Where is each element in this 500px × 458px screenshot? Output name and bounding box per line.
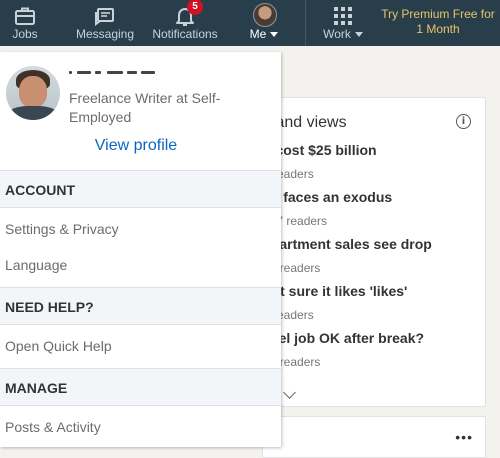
nav-me[interactable]: Me [244,0,284,46]
info-icon[interactable]: i [456,114,471,129]
me-dropdown: Freelance Writer at Self-Employed View p… [0,52,281,447]
profile-avatar[interactable] [6,66,60,120]
profile-name-redacted [69,68,159,78]
nav-divider [305,0,306,46]
news-readers: 9 readers [263,308,314,322]
profile-headline: Freelance Writer at Self-Employed [69,90,221,125]
nav-work[interactable]: Work [318,0,368,46]
news-item[interactable]: not sure it likes 'likes' 9 readers [263,283,407,322]
section-header-manage: MANAGE [0,368,281,406]
news-headline: ity faces an exodus [263,189,393,205]
menu-item-settings-privacy[interactable]: Settings & Privacy [5,221,119,237]
nav-label: Messaging [75,27,135,41]
nav-notifications[interactable]: 5 Notifications [146,0,224,46]
avatar [253,3,277,27]
section-title: NEED HELP? [5,299,94,315]
grid-icon [334,7,352,25]
menu-item-posts-activity[interactable]: Posts & Activity [5,419,101,435]
notification-badge: 5 [187,0,203,15]
view-profile-link[interactable]: View profile [0,137,272,155]
nav-label: Notifications [152,27,218,41]
section-header-account: ACCOUNT [0,170,281,208]
top-nav: Jobs Messaging 5 Notifications Me Work T… [0,0,500,46]
news-item[interactable]: apartment sales see drop 92 readers [263,236,432,275]
caret-down-icon [354,32,363,38]
secondary-card: ••• [262,416,486,458]
news-headline: evel job OK after break? [263,330,425,346]
more-options-icon[interactable]: ••• [455,429,473,445]
menu-item-quick-help[interactable]: Open Quick Help [5,338,112,354]
nav-label: Jobs [12,27,38,41]
news-readers: 60 readers [263,355,321,369]
briefcase-icon [15,7,35,25]
messaging-icon [95,8,114,26]
nav-label: Me [249,27,267,41]
section-title: ACCOUNT [5,182,75,198]
news-item[interactable]: evel job OK after break? 60 readers [263,330,424,369]
news-card: s and views i d cost $25 billion 2 reade… [262,97,486,407]
premium-link[interactable]: Try Premium Free for 1 Month [378,7,498,37]
nav-messaging[interactable]: Messaging [72,0,138,46]
news-headline: apartment sales see drop [263,236,432,252]
news-headline: not sure it likes 'likes' [263,283,408,299]
news-item[interactable]: ity faces an exodus 717 readers [263,189,392,228]
section-title: MANAGE [5,380,68,396]
section-header-need-help: NEED HELP? [0,287,281,325]
news-readers: 92 readers [263,261,321,275]
chevron-down-icon[interactable] [283,386,296,399]
news-readers: 717 readers [263,214,328,228]
caret-down-icon [270,32,279,38]
menu-item-language[interactable]: Language [5,257,67,273]
nav-jobs[interactable]: Jobs [0,0,50,46]
nav-label: Work [323,27,351,41]
